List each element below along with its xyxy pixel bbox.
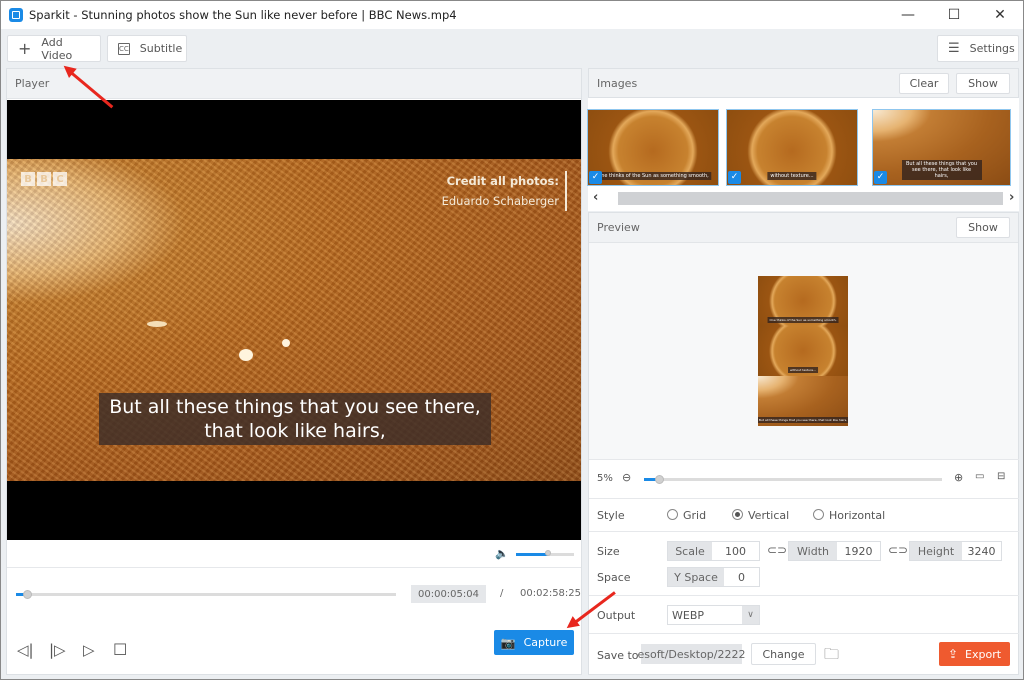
app-window: Sparkit - Stunning photos show the Sun l… xyxy=(0,0,1024,680)
volume-fill xyxy=(516,553,548,556)
yspace-input[interactable]: 0 xyxy=(724,568,759,586)
closed-caption-icon: CC xyxy=(118,42,130,55)
seek-knob[interactable] xyxy=(22,590,32,599)
thumbnail-checkbox[interactable]: ✓ xyxy=(874,171,887,184)
output-format-select[interactable]: WEBP ∨ xyxy=(667,605,760,625)
player-panel-header: Player xyxy=(7,69,581,99)
volume-icon[interactable]: 🔈 xyxy=(495,547,509,560)
subtitle-button[interactable]: CC Subtitle xyxy=(107,35,187,62)
video-subtitle: But all these things that you see there,… xyxy=(99,393,491,445)
height-field[interactable]: Height 3240 xyxy=(909,541,1002,561)
width-field[interactable]: Width 1920 xyxy=(788,541,881,561)
window-title: Sparkit - Stunning photos show the Sun l… xyxy=(29,8,457,22)
images-title: Images xyxy=(597,76,638,90)
player-title: Player xyxy=(15,77,50,90)
stop-button[interactable]: ☐ xyxy=(113,640,127,659)
size-label: Size xyxy=(597,545,620,558)
close-button[interactable]: ✕ xyxy=(977,1,1023,29)
clear-images-button[interactable]: Clear xyxy=(899,73,949,94)
zoom-out-icon[interactable]: ⊖ xyxy=(622,471,631,484)
style-vertical-label[interactable]: Vertical xyxy=(748,509,789,522)
preview-image[interactable]: One thinks of the Sun as something smoot… xyxy=(758,276,848,426)
style-vertical-radio[interactable] xyxy=(732,509,743,520)
thumbnail-checkbox[interactable]: ✓ xyxy=(728,171,741,184)
link-icon[interactable]: ⊂⊃ xyxy=(888,543,908,557)
scroll-right-button[interactable]: › xyxy=(1009,190,1014,205)
zoom-in-icon[interactable]: ⊕ xyxy=(954,471,963,484)
app-logo-icon xyxy=(9,8,23,22)
video-frame: B B C Credit all photos: Eduardo Schaber… xyxy=(7,159,581,481)
folder-icon[interactable]: 🗀 xyxy=(824,644,839,669)
chevron-down-icon: ∨ xyxy=(742,606,759,624)
style-horizontal-radio[interactable] xyxy=(813,509,824,520)
yspace-field[interactable]: Y Space 0 xyxy=(667,567,760,587)
current-time[interactable]: 00:00:05:04 xyxy=(411,585,486,603)
images-scrollbar[interactable] xyxy=(618,192,1003,205)
photo-credit: Credit all photos: Eduardo Schaberger xyxy=(442,171,567,211)
output-label: Output xyxy=(597,609,636,622)
upload-icon: ⇪ xyxy=(947,647,959,661)
images-panel-header: Images Clear Show xyxy=(588,68,1019,98)
minimize-button[interactable]: — xyxy=(885,1,931,29)
style-horizontal-label[interactable]: Horizontal xyxy=(829,509,885,522)
thumbnail-checkbox[interactable]: ✓ xyxy=(589,171,602,184)
width-input[interactable]: 1920 xyxy=(837,542,880,560)
height-input[interactable]: 3240 xyxy=(962,542,1001,560)
save-path-field[interactable]: esoft/Desktop/2222 xyxy=(638,644,746,664)
volume-knob[interactable] xyxy=(545,550,551,556)
zoom-level: 5% xyxy=(597,473,613,484)
play-button[interactable]: ▷ xyxy=(83,641,95,659)
credit-heading: Credit all photos: xyxy=(446,174,559,188)
zoom-knob[interactable] xyxy=(654,475,664,484)
settings-button[interactable]: ☰ Settings xyxy=(937,35,1019,62)
capture-label: Capture xyxy=(523,636,568,649)
add-video-button[interactable]: + Add Video xyxy=(7,35,101,62)
save-to-label: Save to xyxy=(597,649,639,662)
video-player[interactable]: B B C Credit all photos: Eduardo Schaber… xyxy=(7,100,581,540)
add-video-label: Add Video xyxy=(41,35,73,62)
camera-icon: 📷 xyxy=(500,635,516,650)
bbc-logo: B B C xyxy=(21,172,67,186)
thumbnail-3[interactable]: But all these things that you see there,… xyxy=(872,109,1011,186)
fit-window-icon[interactable]: ▭ xyxy=(975,471,984,482)
change-path-button[interactable]: Change xyxy=(751,643,816,665)
link-icon[interactable]: ⊂⊃ xyxy=(767,543,787,557)
subtitle-label: Subtitle xyxy=(139,42,183,55)
sliders-icon: ☰ xyxy=(948,41,960,56)
total-time: 00:02:58:25 xyxy=(520,588,582,599)
scale-input[interactable]: 100 xyxy=(712,542,759,560)
preview-title: Preview xyxy=(597,221,640,234)
plus-icon: + xyxy=(18,39,32,58)
maximize-button[interactable]: ☐ xyxy=(931,1,977,29)
scroll-left-button[interactable]: ‹ xyxy=(593,190,598,205)
export-label: Export xyxy=(965,647,1002,661)
export-button[interactable]: ⇪ Export xyxy=(939,642,1010,666)
style-label: Style xyxy=(597,509,625,522)
space-label: Space xyxy=(597,571,631,584)
next-frame-button[interactable]: |▷ xyxy=(49,641,66,659)
output-format-value: WEBP xyxy=(672,608,705,622)
time-separator: / xyxy=(500,588,504,599)
previous-frame-button[interactable]: ◁| xyxy=(17,641,34,659)
show-images-button[interactable]: Show xyxy=(956,73,1010,94)
actual-size-icon[interactable]: ⊟ xyxy=(997,471,1005,482)
scale-field[interactable]: Scale 100 xyxy=(667,541,760,561)
capture-button[interactable]: 📷 Capture xyxy=(494,630,574,655)
credit-name: Eduardo Schaberger xyxy=(441,194,559,208)
style-grid-radio[interactable] xyxy=(667,509,678,520)
thumbnail-2[interactable]: without texture... ✓ xyxy=(726,109,858,186)
style-grid-label[interactable]: Grid xyxy=(683,509,706,522)
title-bar: Sparkit - Stunning photos show the Sun l… xyxy=(1,1,1023,29)
thumbnail-1[interactable]: One thinks of the Sun as something smoot… xyxy=(587,109,719,186)
settings-label: Settings xyxy=(969,42,1015,55)
show-preview-button[interactable]: Show xyxy=(956,217,1010,238)
toolbar: + Add Video CC Subtitle ☰ Settings xyxy=(1,29,1023,67)
preview-panel-header: Preview Show xyxy=(589,213,1018,243)
